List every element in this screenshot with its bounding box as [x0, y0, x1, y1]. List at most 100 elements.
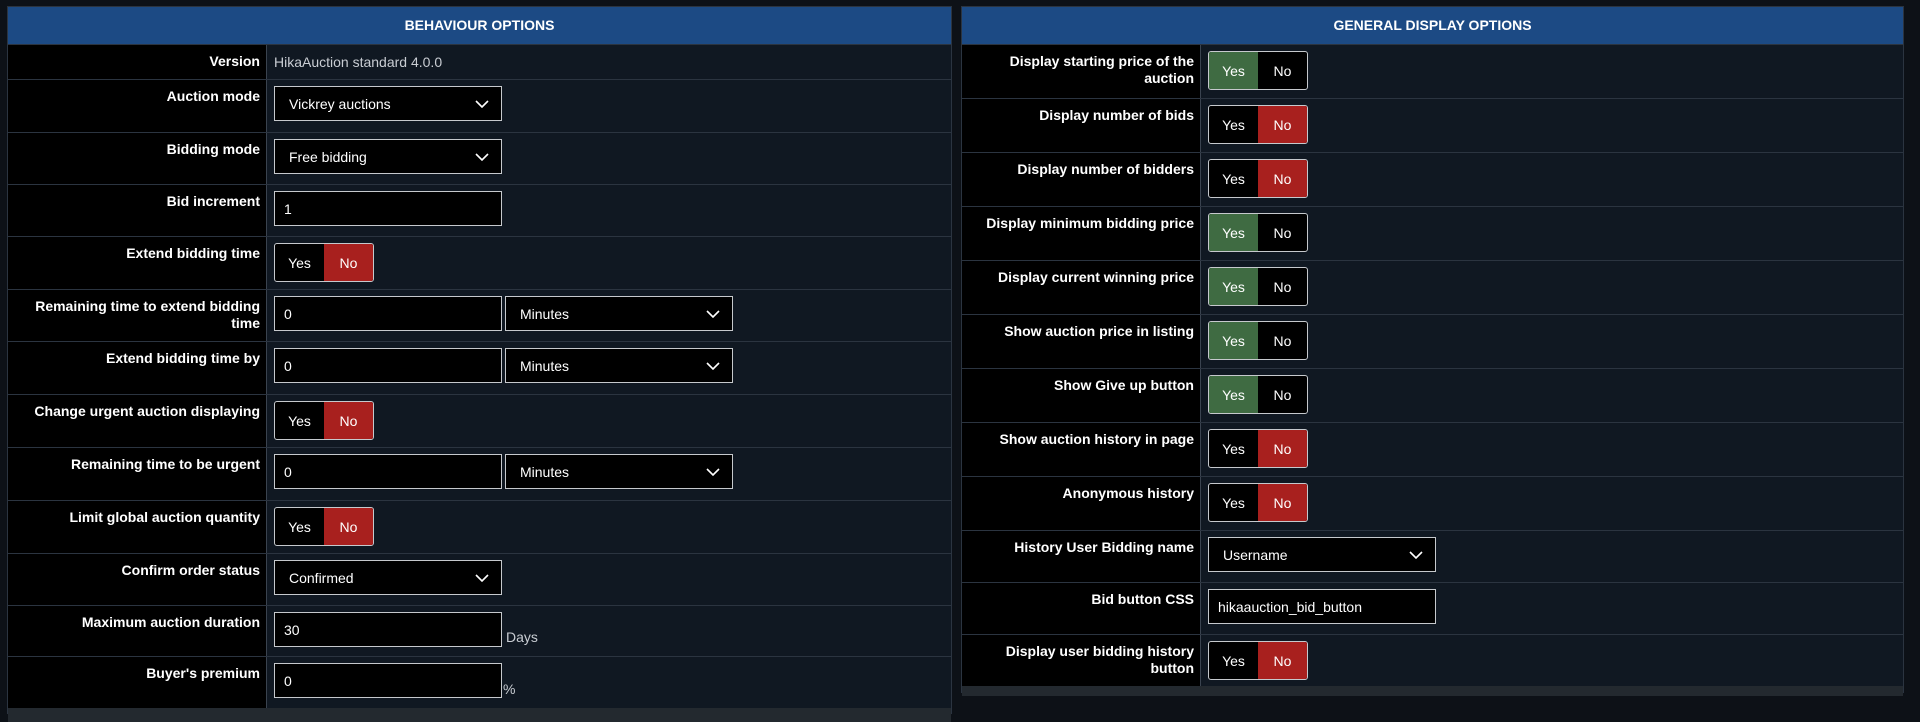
no-option[interactable]: No	[1258, 106, 1307, 143]
limit-global-row: Limit global auction quantity Yes No	[8, 501, 951, 554]
min-bidding-toggle: Yes No	[1208, 213, 1308, 252]
chevron-down-icon	[706, 359, 720, 373]
version-label: Version	[8, 45, 267, 79]
no-option[interactable]: No	[1258, 160, 1307, 197]
limit-global-label: Limit global auction quantity	[8, 501, 267, 553]
extend-by-label: Extend bidding time by	[8, 342, 267, 394]
no-option[interactable]: No	[1258, 376, 1307, 413]
no-option[interactable]: No	[324, 402, 373, 439]
remaining-urgent-unit-select[interactable]: Minutes	[505, 454, 733, 489]
extend-by-unit-select[interactable]: Minutes	[505, 348, 733, 383]
remaining-urgent-unit: Minutes	[520, 463, 570, 480]
no-option[interactable]: No	[1258, 430, 1307, 467]
yes-option[interactable]: Yes	[275, 244, 324, 281]
give-up-row: Show Give up button Yes No	[962, 369, 1903, 423]
remaining-extend-label: Remaining time to extend bidding time	[8, 290, 267, 341]
no-option[interactable]: No	[1258, 322, 1307, 359]
buyers-premium-input[interactable]	[274, 663, 502, 698]
remaining-extend-input[interactable]	[274, 296, 502, 331]
user-history-label: Display user bidding history button	[962, 635, 1201, 686]
min-bidding-label: Display minimum bidding price	[962, 207, 1201, 260]
bid-css-input[interactable]	[1208, 589, 1436, 624]
starting-price-label: Display starting price of the auction	[962, 45, 1201, 98]
yes-option[interactable]: Yes	[1209, 52, 1258, 89]
chevron-down-icon	[706, 465, 720, 479]
remaining-urgent-input[interactable]	[274, 454, 502, 489]
no-option[interactable]: No	[1258, 268, 1307, 305]
num-bids-row: Display number of bids Yes No	[962, 99, 1903, 153]
chevron-down-icon	[706, 307, 720, 321]
chevron-down-icon	[475, 571, 489, 585]
remaining-extend-unit-select[interactable]: Minutes	[505, 296, 733, 331]
no-option[interactable]: No	[324, 244, 373, 281]
history-name-row: History User Bidding name Username	[962, 531, 1903, 583]
give-up-toggle: Yes No	[1208, 375, 1308, 414]
buyers-premium-unit: %	[503, 680, 516, 697]
remaining-urgent-row: Remaining time to be urgent Minutes	[8, 448, 951, 501]
no-option[interactable]: No	[324, 508, 373, 545]
yes-option[interactable]: Yes	[1209, 642, 1258, 679]
bid-increment-label: Bid increment	[8, 185, 267, 236]
version-row: Version HikaAuction standard 4.0.0	[8, 45, 951, 80]
num-bidders-row: Display number of bidders Yes No	[962, 153, 1903, 207]
history-page-row: Show auction history in page Yes No	[962, 423, 1903, 477]
panel-footer	[962, 686, 1903, 696]
chevron-down-icon	[1409, 548, 1423, 562]
max-duration-unit: Days	[506, 629, 538, 645]
bid-increment-row: Bid increment	[8, 185, 951, 237]
yes-option[interactable]: Yes	[1209, 322, 1258, 359]
confirm-status-row: Confirm order status Confirmed	[8, 554, 951, 606]
general-display-options-panel: GENERAL DISPLAY OPTIONS Display starting…	[961, 6, 1904, 696]
current-winning-row: Display current winning price Yes No	[962, 261, 1903, 315]
no-option[interactable]: No	[1258, 52, 1307, 89]
version-value: HikaAuction standard 4.0.0	[274, 54, 443, 70]
yes-option[interactable]: Yes	[1209, 376, 1258, 413]
auction-mode-label: Auction mode	[8, 80, 267, 132]
extend-bidding-time-label: Extend bidding time	[8, 237, 267, 289]
yes-option[interactable]: Yes	[1209, 106, 1258, 143]
history-page-label: Show auction history in page	[962, 423, 1201, 476]
bid-increment-input[interactable]	[274, 191, 502, 226]
chevron-down-icon	[475, 150, 489, 164]
yes-option[interactable]: Yes	[275, 402, 324, 439]
confirm-status-label: Confirm order status	[8, 554, 267, 605]
num-bids-label: Display number of bids	[962, 99, 1201, 152]
extend-bidding-time-toggle: Yes No	[274, 243, 374, 282]
chevron-down-icon	[475, 97, 489, 111]
extend-bidding-time-row: Extend bidding time Yes No	[8, 237, 951, 290]
extend-by-row: Extend bidding time by Minutes	[8, 342, 951, 395]
panel-title: GENERAL DISPLAY OPTIONS	[962, 7, 1903, 45]
price-listing-row: Show auction price in listing Yes No	[962, 315, 1903, 369]
remaining-extend-unit: Minutes	[520, 305, 570, 322]
yes-option[interactable]: Yes	[1209, 484, 1258, 521]
buyers-premium-label: Buyer's premium	[8, 657, 267, 708]
remaining-urgent-label: Remaining time to be urgent	[8, 448, 267, 500]
bid-css-label: Bid button CSS	[962, 583, 1201, 634]
yes-option[interactable]: Yes	[275, 508, 324, 545]
no-option[interactable]: No	[1258, 484, 1307, 521]
extend-by-input[interactable]	[274, 348, 502, 383]
history-name-select[interactable]: Username	[1208, 537, 1436, 572]
min-bidding-row: Display minimum bidding price Yes No	[962, 207, 1903, 261]
num-bids-toggle: Yes No	[1208, 105, 1308, 144]
yes-option[interactable]: Yes	[1209, 268, 1258, 305]
buyers-premium-row: Buyer's premium %	[8, 657, 951, 708]
yes-option[interactable]: Yes	[1209, 160, 1258, 197]
history-page-toggle: Yes No	[1208, 429, 1308, 468]
bidding-mode-label: Bidding mode	[8, 133, 267, 184]
no-option[interactable]: No	[1258, 642, 1307, 679]
confirm-status-select[interactable]: Confirmed	[274, 560, 502, 595]
change-urgent-label: Change urgent auction displaying	[8, 395, 267, 447]
yes-option[interactable]: Yes	[1209, 214, 1258, 251]
num-bidders-toggle: Yes No	[1208, 159, 1308, 198]
change-urgent-row: Change urgent auction displaying Yes No	[8, 395, 951, 448]
auction-mode-select[interactable]: Vickrey auctions	[274, 86, 502, 121]
bidding-mode-select[interactable]: Free bidding	[274, 139, 502, 174]
history-name-value: Username	[1223, 546, 1288, 563]
no-option[interactable]: No	[1258, 214, 1307, 251]
max-duration-input[interactable]	[274, 612, 502, 647]
yes-option[interactable]: Yes	[1209, 430, 1258, 467]
anonymous-row: Anonymous history Yes No	[962, 477, 1903, 531]
remaining-extend-row: Remaining time to extend bidding time Mi…	[8, 290, 951, 342]
auction-mode-row: Auction mode Vickrey auctions	[8, 80, 951, 133]
